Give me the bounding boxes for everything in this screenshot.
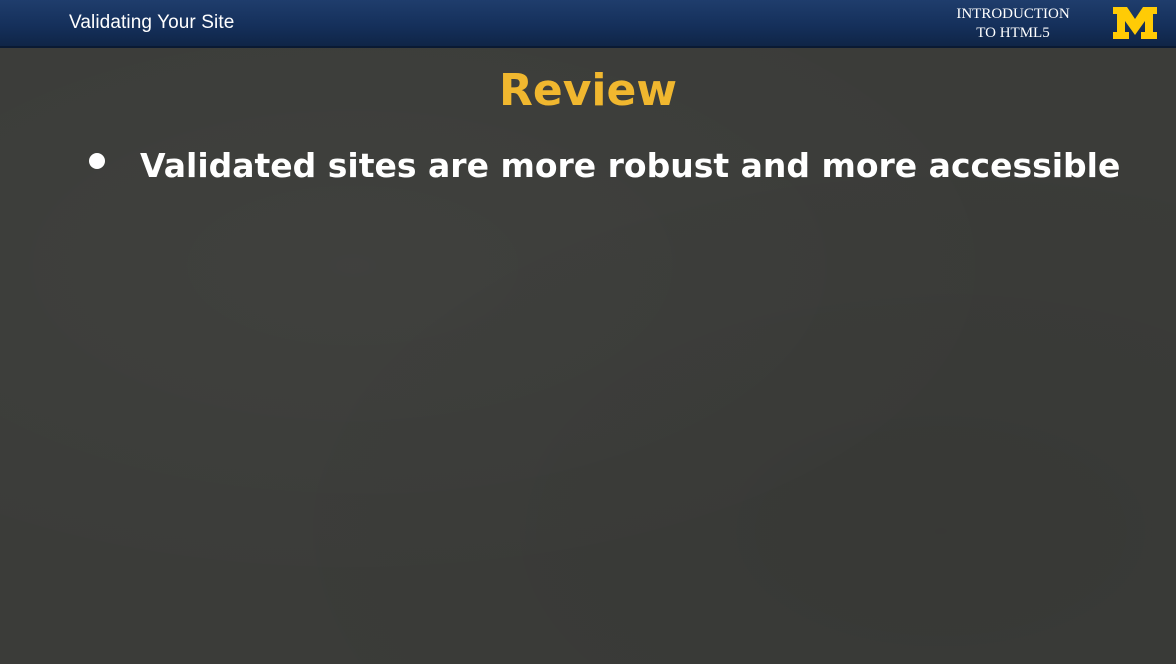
block-m-logo-icon [1113,7,1157,39]
bullet-list: Validated sites are more robust and more… [88,142,1148,190]
slide-heading: Review [499,65,677,116]
bullet-text: Validated sites are more robust and more… [140,146,1121,185]
lecture-title: Validating Your Site [69,12,235,33]
course-label-line-2: TO HTML5 [976,25,1050,41]
course-label: INTRODUCTION TO HTML5 [938,5,1088,43]
course-label-line-1: INTRODUCTION [956,6,1070,22]
bullet-item: Validated sites are more robust and more… [88,142,1148,190]
slide: Validating Your Site INTRODUCTION TO HTM… [0,0,1176,664]
bullet-dot-icon [89,153,105,169]
header-bar: Validating Your Site INTRODUCTION TO HTM… [0,0,1176,48]
